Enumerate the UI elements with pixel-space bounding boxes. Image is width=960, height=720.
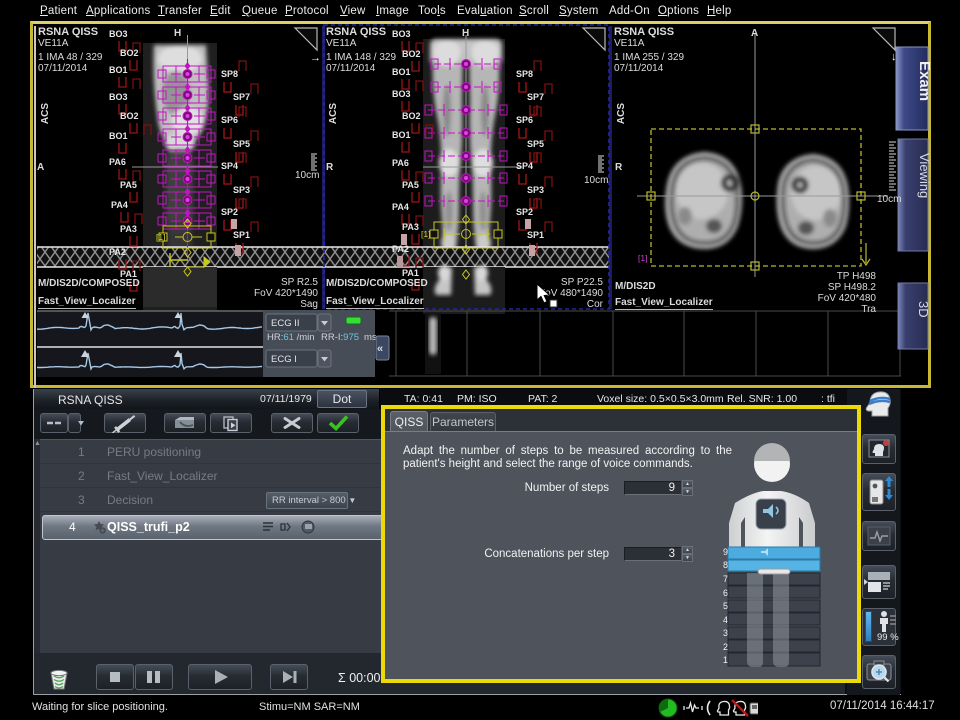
svg-text:PA2: PA2 [392, 244, 409, 254]
svg-text:ECG II: ECG II [271, 318, 300, 329]
svg-text:PA6: PA6 [392, 158, 409, 168]
svg-text:SP2: SP2 [516, 207, 533, 217]
svg-text:PA4: PA4 [392, 202, 409, 212]
svg-text:SP4: SP4 [516, 161, 533, 171]
svg-text:BO1: BO1 [392, 130, 411, 140]
svg-text:1: 1 [723, 655, 728, 665]
svg-text:SP3: SP3 [527, 185, 544, 195]
svg-text:→: → [310, 52, 321, 64]
svg-text:BO2: BO2 [120, 111, 139, 121]
svg-text:[1]: [1] [421, 229, 430, 239]
svg-text:8: 8 [723, 560, 728, 570]
svg-text:ECG I: ECG I [271, 354, 297, 365]
svg-text:ms: ms [364, 332, 377, 343]
svg-text:3D: 3D [916, 301, 931, 318]
svg-text:SP7: SP7 [233, 92, 250, 102]
svg-text:SP6: SP6 [221, 115, 238, 125]
svg-text:PA2: PA2 [109, 247, 126, 257]
svg-text:PA5: PA5 [402, 180, 419, 190]
svg-text:7: 7 [723, 574, 728, 584]
svg-text:SP2: SP2 [221, 207, 238, 217]
svg-text:PA3: PA3 [402, 222, 419, 232]
svg-text:6: 6 [723, 588, 728, 598]
svg-text:PA4: PA4 [111, 200, 128, 210]
svg-text:SP7: SP7 [527, 92, 544, 102]
svg-text:BO2: BO2 [402, 111, 421, 121]
svg-text:Viewing: Viewing [917, 153, 931, 198]
svg-text:BO3: BO3 [109, 92, 128, 102]
svg-text:[1]: [1] [156, 232, 165, 242]
svg-text:SP8: SP8 [516, 69, 533, 79]
svg-text:SP3: SP3 [233, 185, 250, 195]
svg-text:Exam: Exam [916, 61, 931, 101]
svg-text:BO1: BO1 [109, 131, 128, 141]
svg-text:BO2: BO2 [402, 49, 421, 59]
svg-text:SP8: SP8 [221, 69, 238, 79]
svg-text:SP1: SP1 [527, 230, 544, 240]
svg-text:BO3: BO3 [392, 29, 411, 39]
svg-text:PA6: PA6 [109, 157, 126, 167]
svg-text:SP4: SP4 [221, 161, 238, 171]
svg-text:SP5: SP5 [527, 139, 544, 149]
svg-text:9: 9 [723, 547, 728, 557]
svg-text:3: 3 [723, 628, 728, 638]
svg-text:[1]: [1] [638, 253, 647, 263]
svg-text:2: 2 [723, 642, 728, 652]
svg-text:BO3: BO3 [109, 29, 128, 39]
svg-text:5: 5 [723, 601, 728, 611]
svg-text:BO3: BO3 [392, 89, 411, 99]
svg-text:SP1: SP1 [233, 230, 250, 240]
svg-text:SP5: SP5 [233, 139, 250, 149]
svg-text:«: « [377, 343, 383, 355]
svg-text:PA3: PA3 [120, 224, 137, 234]
svg-text:SP6: SP6 [516, 115, 533, 125]
svg-text:RR-I:975: RR-I:975 [321, 332, 359, 343]
svg-text:4: 4 [723, 615, 728, 625]
svg-text:HR:61 /min: HR:61 /min [267, 332, 315, 343]
svg-text:PA1: PA1 [402, 268, 419, 278]
svg-text:BO2: BO2 [120, 48, 139, 58]
svg-text:PA5: PA5 [120, 180, 137, 190]
svg-text:BO1: BO1 [109, 65, 128, 75]
svg-text:↓: ↓ [891, 51, 897, 63]
